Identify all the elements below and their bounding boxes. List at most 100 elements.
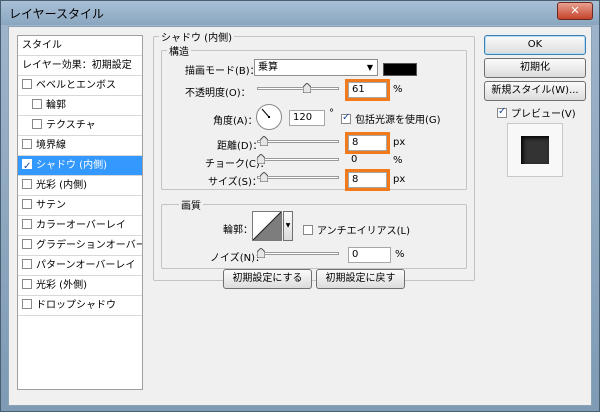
distance-unit: px [393, 137, 406, 148]
checkbox[interactable] [22, 279, 32, 289]
checkbox[interactable] [32, 119, 42, 129]
style-item-label: カラーオーバーレイ [36, 220, 126, 231]
slider-thumb[interactable] [257, 154, 265, 164]
contour-dropdown[interactable]: ▼ [283, 211, 293, 241]
checkbox[interactable] [22, 157, 32, 175]
panel-title: シャドウ (内側) [159, 29, 234, 44]
angle-dial[interactable] [256, 104, 282, 130]
ok-button[interactable]: OK [484, 35, 586, 55]
make-default-button[interactable]: 初期設定にする [223, 269, 312, 289]
style-item-pattern-overlay[interactable]: パターンオーバーレイ [18, 256, 142, 276]
checkbox[interactable] [22, 179, 32, 189]
style-item-inner-glow[interactable]: 光彩 (内側) [18, 176, 142, 196]
chevron-down-icon: ▼ [285, 222, 291, 229]
slider-thumb[interactable] [257, 248, 265, 258]
size-unit: px [393, 174, 406, 185]
slider-thumb[interactable] [260, 172, 268, 182]
angle-label: 角度(A)： [213, 116, 258, 127]
checkbox[interactable] [22, 259, 32, 269]
style-item-label: 光彩 (外側) [36, 280, 87, 291]
opacity-label: 不透明度(O)： [185, 88, 251, 99]
choke-slider[interactable] [257, 154, 339, 165]
title-bar[interactable]: レイヤースタイル ✕ [1, 1, 599, 25]
preview-area [507, 123, 563, 177]
preview-swatch [521, 136, 549, 164]
style-item-drop-shadow[interactable]: ドロップシャドウ [18, 296, 142, 316]
style-list-header[interactable]: スタイル [18, 36, 142, 56]
style-item-contour[interactable]: 輪郭 [18, 96, 142, 116]
preview-checkbox-row[interactable]: プレビュー(V) [497, 105, 576, 120]
opacity-unit: % [393, 84, 403, 95]
style-item-color-overlay[interactable]: カラーオーバーレイ [18, 216, 142, 236]
checkbox[interactable] [22, 79, 32, 89]
style-item-satin[interactable]: サテン [18, 196, 142, 216]
noise-unit: % [395, 249, 405, 260]
blend-mode-value: 乗算 [258, 62, 278, 73]
checkbox[interactable] [22, 139, 32, 149]
angle-input[interactable]: 120 [289, 110, 325, 126]
choke-input[interactable]: 0 [348, 153, 391, 169]
noise-input[interactable]: 0 [348, 247, 391, 263]
close-button[interactable]: ✕ [557, 2, 593, 20]
style-item-stroke[interactable]: 境界線 [18, 136, 142, 156]
style-item-label: 光彩 (内側) [36, 180, 87, 191]
style-item-label: サテン [36, 200, 66, 211]
style-item-outer-glow[interactable]: 光彩 (外側) [18, 276, 142, 296]
slider-track [257, 176, 339, 179]
reset-button[interactable]: 初期化 [484, 58, 586, 78]
size-slider[interactable] [257, 172, 339, 183]
slider-track [257, 140, 339, 143]
slider-thumb[interactable] [303, 83, 311, 93]
style-list: スタイル レイヤー効果：初期設定 ベベルとエンボス 輪郭 テクスチャ 境界線 シ… [17, 35, 143, 390]
checkbox[interactable] [22, 299, 32, 309]
style-item-label: 輪郭 [46, 100, 66, 111]
noise-slider[interactable] [257, 248, 339, 259]
opacity-input[interactable]: 61 [345, 79, 390, 101]
contour-picker[interactable] [252, 211, 282, 241]
style-item-gradient-overlay[interactable]: グラデーションオーバーレイ [18, 236, 142, 256]
antialias-label: アンチエイリアス(L) [317, 226, 410, 237]
checkbox[interactable] [32, 99, 42, 109]
antialias-checkbox-row[interactable]: アンチエイリアス(L) [303, 222, 410, 237]
style-item-label: テクスチャ [46, 120, 96, 131]
style-item-label: シャドウ (内側) [36, 160, 107, 171]
preview-checkbox[interactable] [497, 106, 507, 118]
size-input[interactable]: 8 [345, 169, 390, 191]
antialias-checkbox[interactable] [303, 225, 313, 235]
style-item-label: グラデーションオーバーレイ [36, 240, 142, 251]
size-label: サイズ(S)： [208, 177, 262, 188]
new-style-button[interactable]: 新規スタイル(W)... [484, 81, 586, 101]
distance-slider[interactable] [257, 136, 339, 147]
reset-to-default-button[interactable]: 初期設定に戻す [316, 269, 405, 289]
style-list-blend-options[interactable]: レイヤー効果：初期設定 [18, 56, 142, 76]
global-light-checkbox[interactable] [341, 112, 351, 124]
slider-track [257, 252, 339, 255]
style-item-bevel-emboss[interactable]: ベベルとエンボス [18, 76, 142, 96]
checkbox[interactable] [22, 199, 32, 209]
slider-track [257, 87, 339, 90]
layer-style-dialog: レイヤースタイル ✕ スタイル レイヤー効果：初期設定 ベベルとエンボス 輪郭 … [0, 0, 600, 412]
slider-track [257, 158, 339, 161]
style-item-texture[interactable]: テクスチャ [18, 116, 142, 136]
global-light-label: 包括光源を使用(G) [355, 115, 441, 126]
style-item-inner-shadow[interactable]: シャドウ (内側) [18, 156, 142, 176]
choke-unit: % [393, 155, 403, 166]
style-item-label: ドロップシャドウ [36, 300, 116, 311]
blend-mode-select[interactable]: 乗算 ▼ [254, 59, 378, 76]
slider-thumb[interactable] [260, 136, 268, 146]
shadow-color-swatch[interactable] [383, 63, 417, 76]
window-title: レイヤースタイル [9, 7, 105, 21]
opacity-slider[interactable] [257, 83, 339, 94]
style-item-label: ベベルとエンボス [36, 80, 116, 91]
angle-unit: ° [329, 108, 334, 119]
angle-dial-icon [261, 108, 270, 118]
distance-input[interactable]: 8 [345, 132, 390, 154]
global-light-checkbox-row[interactable]: 包括光源を使用(G) [341, 111, 441, 126]
contour-label: 輪郭： [223, 225, 253, 236]
checkbox[interactable] [22, 239, 32, 249]
checkbox[interactable] [22, 219, 32, 229]
blend-mode-label: 描画モード(B)： [185, 66, 260, 77]
contour-curve-icon [252, 211, 282, 241]
style-item-label: 境界線 [36, 140, 66, 151]
dialog-client-area: スタイル レイヤー効果：初期設定 ベベルとエンボス 輪郭 テクスチャ 境界線 シ… [8, 26, 592, 406]
